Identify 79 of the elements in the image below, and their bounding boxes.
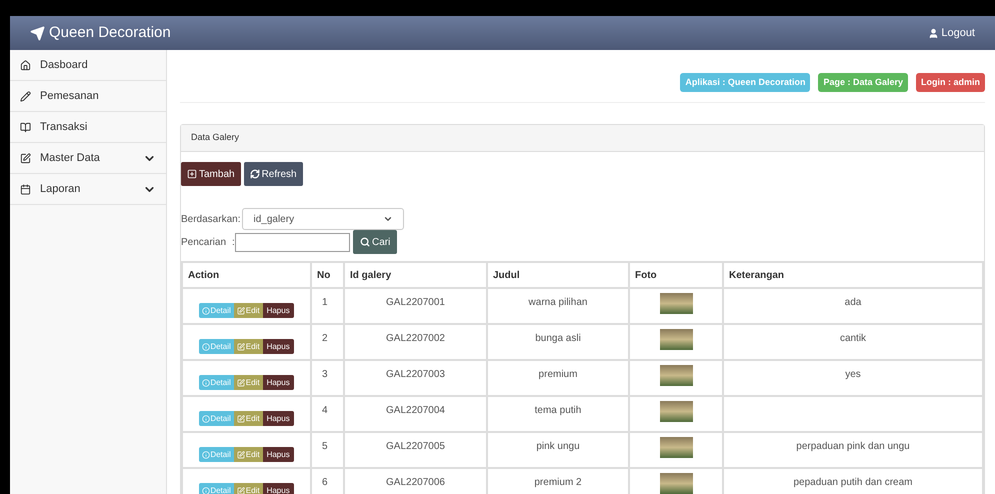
column-header: Action [182, 262, 311, 288]
delete-button[interactable]: Hapus [262, 447, 294, 462]
info-icon [202, 378, 210, 386]
column-header: Keterangan [723, 262, 983, 288]
logout-link[interactable]: Logout [928, 24, 975, 42]
table-cell: yes [723, 360, 983, 396]
column-header: No [311, 262, 344, 288]
photo-placeholder [660, 473, 692, 494]
book-icon [20, 122, 31, 132]
delete-button[interactable]: Hapus [262, 411, 294, 426]
refresh-icon [250, 169, 260, 179]
sidebar-item[interactable]: Laporan [10, 174, 166, 205]
table-cell: GAL2207001 [344, 288, 487, 324]
separator-colon: : [232, 236, 235, 250]
refresh-button[interactable]: Refresh [244, 162, 303, 186]
sidebar-item[interactable]: Pemesanan [10, 81, 166, 112]
table-cell: 4 [311, 396, 344, 432]
paper-plane-icon [30, 26, 45, 40]
table-cell: GAL2207003 [344, 360, 487, 396]
info-icon [202, 414, 210, 422]
photo-placeholder [660, 401, 692, 422]
photo-placeholder [660, 293, 692, 314]
user-icon [928, 28, 940, 38]
brand-title[interactable]: Queen Decoration [49, 22, 171, 44]
edit-icon [20, 152, 31, 164]
table-cell: GAL2207005 [344, 432, 487, 468]
table-cell: pink ungu [487, 432, 629, 468]
house-icon [20, 60, 31, 70]
delete-button[interactable]: Hapus [262, 339, 294, 354]
info-label: Aplikasi : Queen Decoration [680, 72, 810, 92]
info-icon [202, 342, 210, 350]
search-field[interactable] [235, 232, 350, 252]
search-button[interactable]: Cari [353, 230, 398, 254]
panel-heading: Data Galery [181, 125, 984, 152]
add-button[interactable]: Tambah [181, 162, 241, 186]
column-header: Id galery [344, 262, 487, 288]
info-icon [202, 306, 210, 314]
table-cell: premium [487, 360, 629, 396]
sidebar-item[interactable]: Transaksi [10, 112, 166, 143]
edit-icon [236, 306, 245, 314]
table-cell: ada [723, 288, 983, 324]
delete-button[interactable]: Hapus [262, 303, 294, 318]
table-cell: 5 [311, 432, 344, 468]
table-cell: perpaduan pink dan ungu [723, 432, 983, 468]
table-cell: tema putih [487, 396, 629, 432]
photo-placeholder [660, 437, 692, 458]
delete-button[interactable]: Hapus [262, 483, 294, 494]
table-cell: 1 [311, 288, 344, 324]
search-icon [360, 237, 370, 247]
photo-placeholder [660, 329, 692, 350]
chevron-down-icon [383, 214, 394, 224]
delete-button[interactable]: Hapus [262, 375, 294, 390]
filter-label: Berdasarkan: [181, 212, 240, 226]
calendar-icon [20, 184, 31, 194]
filter-select[interactable]: id_galery [242, 208, 404, 230]
info-label: Login : admin [916, 72, 985, 92]
table-cell: GAL2207002 [344, 324, 487, 360]
edit-icon [236, 342, 245, 350]
table-cell: warna pilihan [487, 288, 629, 324]
sidebar-item[interactable]: Dasboard [10, 50, 166, 81]
search-label: Pencarian [181, 236, 228, 250]
column-header: Foto [629, 262, 723, 288]
info-icon [202, 486, 210, 494]
column-header: Judul [487, 262, 629, 288]
info-icon [202, 450, 210, 458]
photo-placeholder [660, 365, 692, 386]
info-label: Page : Data Galery [818, 72, 908, 92]
edit-icon [236, 378, 245, 386]
edit-icon [236, 486, 245, 494]
table-cell: GAL2207004 [344, 396, 487, 432]
edit-icon [236, 450, 245, 458]
table-cell: 3 [311, 360, 344, 396]
plus-icon [187, 169, 197, 179]
table-cell: 2 [311, 324, 344, 360]
pencil-icon [20, 90, 31, 102]
sidebar-item[interactable]: Master Data [10, 143, 166, 174]
table-cell: cantik [723, 324, 983, 360]
edit-icon [236, 414, 245, 422]
table-cell: bunga asli [487, 324, 629, 360]
